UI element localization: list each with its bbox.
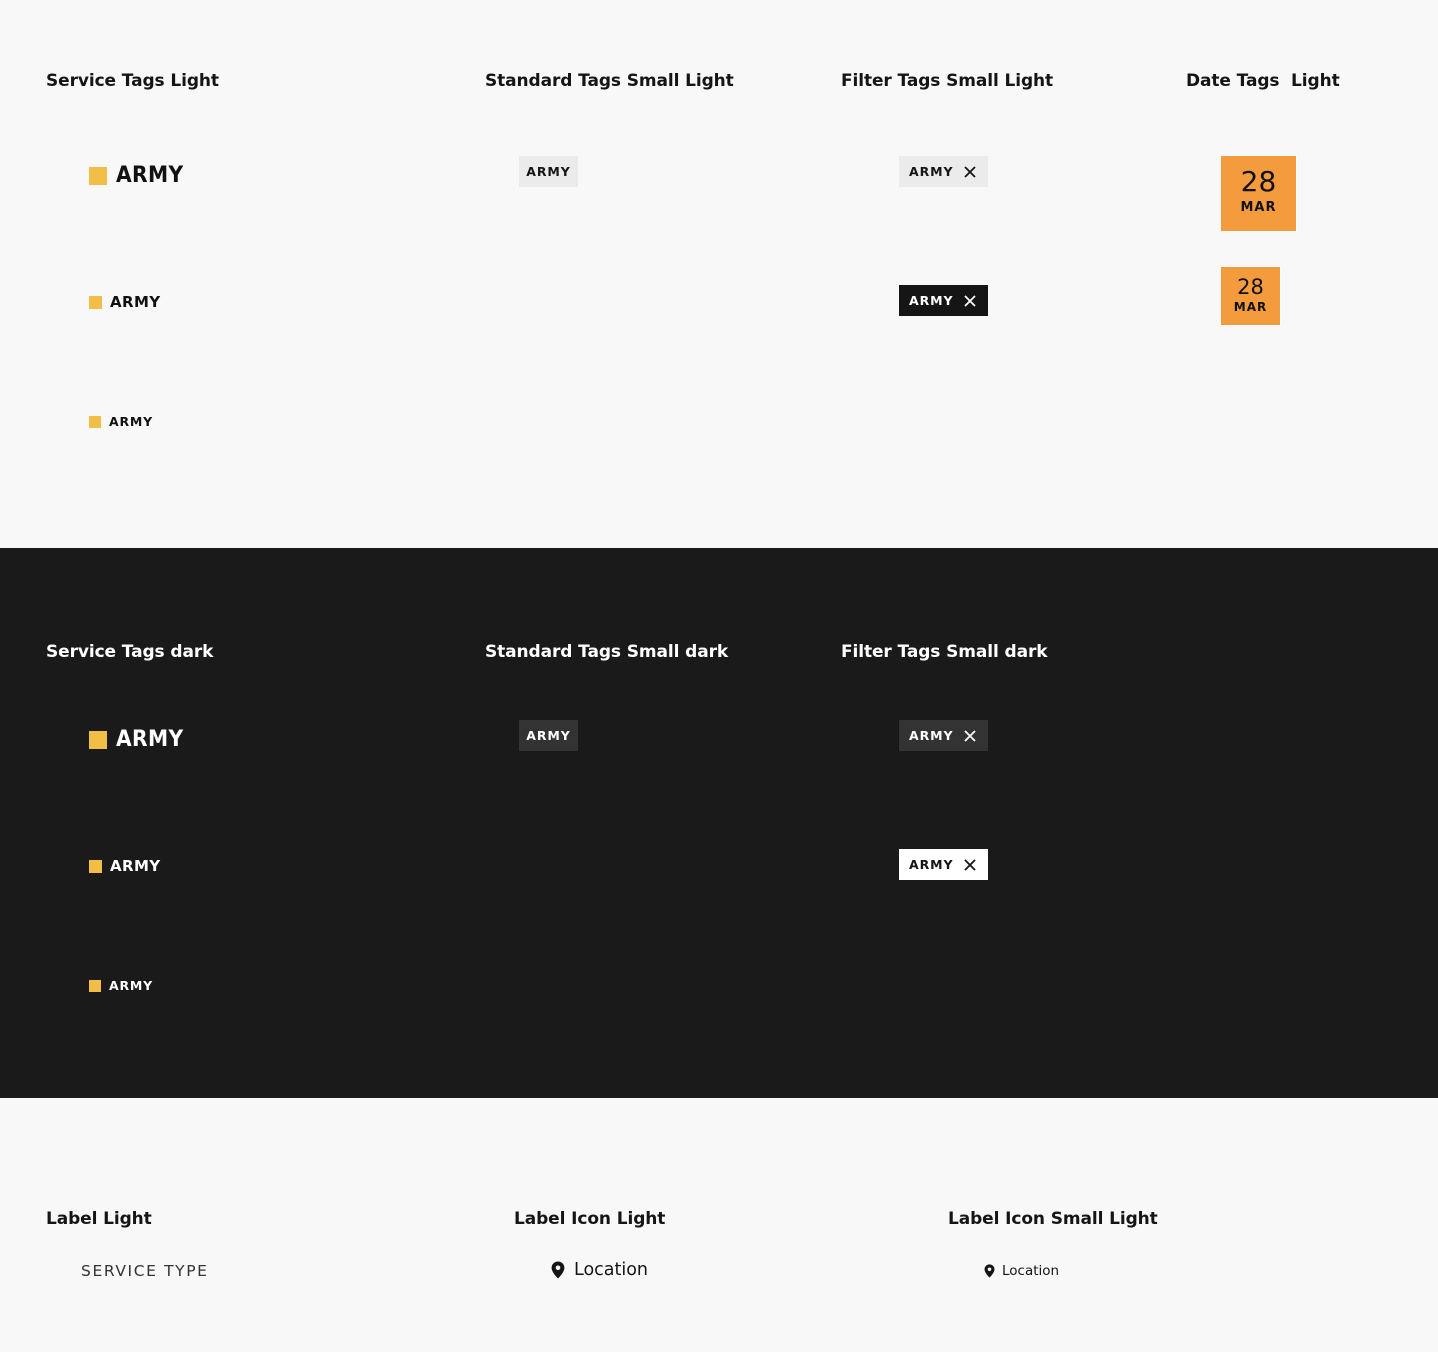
filter-tag-label: ARMY [909, 164, 954, 179]
service-type-label: SERVICE TYPE [81, 1262, 209, 1280]
labels-section: Label Light Label Icon Light Label Icon … [0, 1098, 1438, 1352]
standard-tag[interactable]: ARMY [519, 156, 578, 187]
service-color-square [89, 979, 101, 992]
date-day: 28 [1240, 165, 1277, 198]
service-tag-medium: ARMY [89, 857, 161, 875]
service-tag-label: ARMY [110, 293, 161, 311]
location-label: Location [551, 1260, 648, 1280]
service-tag-label: ARMY [116, 163, 184, 188]
light-section: Service Tags Light Standard Tags Small L… [0, 0, 1438, 548]
label-icon-light-heading: Label Icon Light [514, 1209, 666, 1229]
location-text: Location [1002, 1263, 1060, 1279]
filter-tag-label: ARMY [909, 857, 954, 872]
standard-tag[interactable]: ARMY [519, 720, 578, 751]
date-tag-large: 28 MAR [1220, 155, 1297, 232]
standard-tags-light-heading: Standard Tags Small Light [485, 71, 734, 91]
standard-tag-label: ARMY [526, 164, 571, 179]
location-text: Location [574, 1260, 649, 1280]
date-day: 28 [1237, 275, 1264, 299]
standard-tag-label: ARMY [526, 728, 571, 743]
service-tag-small: ARMY [89, 978, 153, 993]
map-pin-icon [984, 1264, 995, 1278]
label-light-heading: Label Light [46, 1209, 152, 1229]
filter-tag-selected[interactable]: ARMY [899, 849, 988, 880]
close-icon[interactable] [963, 294, 977, 308]
standard-tags-dark-heading: Standard Tags Small dark [485, 642, 729, 662]
filter-tag-label: ARMY [909, 728, 954, 743]
service-color-square [89, 166, 107, 185]
dark-section: Service Tags dark Standard Tags Small da… [0, 548, 1438, 1098]
service-tag-label: ARMY [109, 978, 153, 993]
service-tag-small: ARMY [89, 414, 153, 429]
service-color-square [89, 415, 101, 428]
service-tag-label: ARMY [110, 857, 161, 875]
filter-tag-default[interactable]: ARMY [899, 156, 988, 187]
service-color-square [89, 295, 102, 309]
service-tag-large: ARMY [89, 727, 189, 752]
close-icon[interactable] [963, 729, 977, 743]
filter-tag-label: ARMY [909, 293, 954, 308]
filter-tag-default[interactable]: ARMY [899, 720, 988, 751]
service-tags-dark-heading: Service Tags dark [46, 642, 214, 662]
close-icon[interactable] [963, 858, 977, 872]
map-pin-icon [551, 1261, 565, 1279]
filter-tags-dark-heading: Filter Tags Small dark [841, 642, 1048, 662]
close-icon[interactable] [963, 165, 977, 179]
label-icon-small-light-heading: Label Icon Small Light [948, 1209, 1158, 1229]
location-label-small: Location [984, 1263, 1059, 1279]
service-tag-label: ARMY [116, 727, 184, 752]
service-tags-light-heading: Service Tags Light [46, 71, 219, 91]
date-tags-light-heading: Date Tags Light [1186, 71, 1340, 91]
service-tag-medium: ARMY [89, 293, 161, 311]
date-month: MAR [1240, 200, 1277, 215]
filter-tags-light-heading: Filter Tags Small Light [841, 71, 1054, 91]
service-tag-large: ARMY [89, 163, 189, 188]
service-tag-label: ARMY [109, 414, 153, 429]
service-color-square [89, 730, 107, 749]
date-month: MAR [1233, 300, 1268, 314]
filter-tag-selected[interactable]: ARMY [899, 285, 988, 316]
date-tag-small: 28 MAR [1220, 266, 1281, 326]
service-color-square [89, 859, 102, 873]
